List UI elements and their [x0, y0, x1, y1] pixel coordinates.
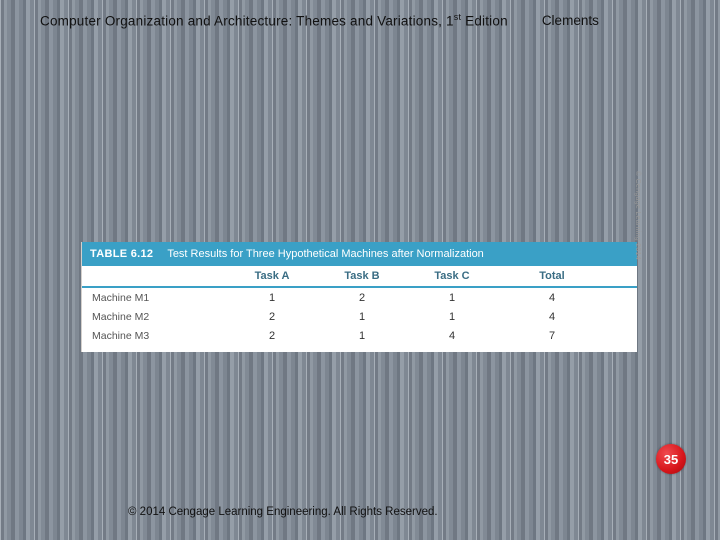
table-copyright: © Cengage Learning 2014 [634, 171, 641, 260]
table-row: Machine M2 2 1 1 4 [82, 307, 637, 326]
col-head-task-c: Task C [407, 270, 497, 282]
cell-value: 2 [227, 330, 317, 342]
col-head-task-a: Task A [227, 270, 317, 282]
cell-value: 1 [407, 311, 497, 323]
slide-background: Computer Organization and Architecture: … [0, 0, 720, 540]
page-number-badge: 35 [656, 444, 686, 474]
cell-value: 1 [317, 330, 407, 342]
cell-value: 1 [227, 292, 317, 304]
cell-value: 4 [497, 311, 607, 323]
slide-footer: © 2014 Cengage Learning Engineering. All… [0, 506, 720, 518]
cell-value: 7 [497, 330, 607, 342]
cell-value: 2 [227, 311, 317, 323]
table-row: Machine M3 2 1 4 7 [82, 326, 637, 345]
book-author: Clements [542, 13, 599, 28]
row-label: Machine M1 [82, 292, 227, 304]
col-head-task-b: Task B [317, 270, 407, 282]
table-label: TABLE 6.12 [90, 248, 153, 260]
table-6-12: TABLE 6.12 Test Results for Three Hypoth… [82, 242, 637, 352]
row-label: Machine M2 [82, 311, 227, 323]
title-suffix: Edition [461, 13, 508, 28]
table-row: Machine M1 1 2 1 4 [82, 288, 637, 307]
table-title-bar: TABLE 6.12 Test Results for Three Hypoth… [82, 242, 637, 266]
row-label: Machine M3 [82, 330, 227, 342]
table-caption: Test Results for Three Hypothetical Mach… [167, 248, 484, 260]
table-head-row: Task A Task B Task C Total [82, 266, 637, 288]
slide-header: Computer Organization and Architecture: … [40, 8, 680, 32]
cell-value: 4 [407, 330, 497, 342]
col-head-total: Total [497, 270, 607, 282]
cell-value: 4 [497, 292, 607, 304]
cell-value: 2 [317, 292, 407, 304]
page-number: 35 [664, 452, 678, 467]
title-prefix: Computer Organization and Architecture: … [40, 13, 454, 28]
book-title: Computer Organization and Architecture: … [40, 12, 508, 29]
cell-value: 1 [407, 292, 497, 304]
cell-value: 1 [317, 311, 407, 323]
